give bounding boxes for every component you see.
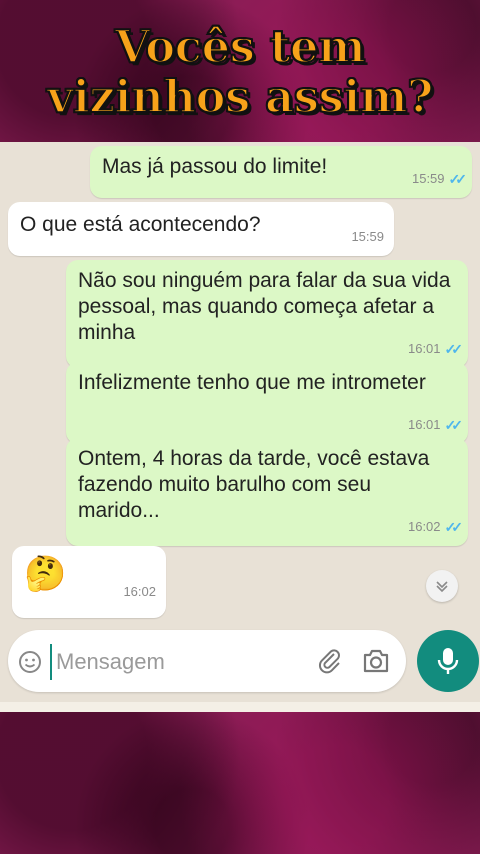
- microphone-button[interactable]: [417, 630, 479, 692]
- paperclip-icon[interactable]: [316, 647, 344, 675]
- message-meta: 15:59: [351, 224, 384, 250]
- message-meta: 15:59 ✓✓: [411, 166, 468, 192]
- headline-line-2: vizinhos assim?: [46, 70, 434, 123]
- message-bubble-incoming[interactable]: 🤔 16:02: [12, 546, 166, 618]
- headline-line-1: Vocês tem: [114, 20, 367, 73]
- message-bubble-outgoing[interactable]: Ontem, 4 horas da tarde, você estava faz…: [66, 438, 468, 546]
- bottom-strip: [0, 702, 480, 712]
- bottom-banner-background: [0, 712, 480, 854]
- microphone-icon: [437, 648, 459, 674]
- message-meta: 16:02 ✓✓: [407, 514, 464, 540]
- thinking-emoji: 🤔: [24, 555, 67, 593]
- message-text: Infelizmente tenho que me intrometer: [78, 371, 426, 394]
- camera-icon[interactable]: [362, 648, 390, 674]
- message-time: 15:59: [351, 229, 384, 244]
- chat-area[interactable]: Mas já passou do limite! 15:59 ✓✓ O que …: [0, 142, 480, 712]
- read-ticks-icon: ✓✓: [444, 341, 464, 357]
- read-ticks-icon: ✓✓: [444, 519, 464, 535]
- message-time: 15:59: [411, 171, 445, 186]
- message-time: 16:01: [407, 341, 441, 356]
- message-meta: 16:01 ✓✓: [407, 336, 464, 362]
- message-text: Não sou ninguém para falar da sua vida p…: [78, 269, 451, 344]
- message-time: 16:02: [407, 519, 441, 534]
- message-meta: 16:01 ✓✓: [407, 412, 464, 438]
- emoji-icon[interactable]: [18, 650, 42, 674]
- message-input[interactable]: [50, 644, 308, 680]
- scroll-to-bottom-button[interactable]: [426, 570, 458, 602]
- chevron-down-icon: [436, 581, 448, 593]
- message-bubble-outgoing[interactable]: Não sou ninguém para falar da sua vida p…: [66, 260, 468, 368]
- message-time: 16:02: [123, 584, 156, 599]
- message-bubble-incoming[interactable]: O que está acontecendo? 15:59: [8, 202, 394, 256]
- message-composer[interactable]: [8, 630, 406, 692]
- headline: Vocês tem vizinhos assim?: [0, 20, 480, 123]
- message-bubble-outgoing[interactable]: Infelizmente tenho que me intrometer 16:…: [66, 362, 468, 444]
- message-time: 16:01: [407, 417, 441, 432]
- message-text: O que está acontecendo?: [20, 213, 261, 236]
- message-bubble-outgoing[interactable]: Mas já passou do limite! 15:59 ✓✓: [90, 146, 472, 198]
- read-ticks-icon: ✓✓: [448, 171, 468, 187]
- message-text: Ontem, 4 horas da tarde, você estava faz…: [78, 447, 430, 522]
- message-text: Mas já passou do limite!: [102, 155, 328, 178]
- read-ticks-icon: ✓✓: [444, 417, 464, 433]
- message-meta: 16:02: [123, 572, 156, 612]
